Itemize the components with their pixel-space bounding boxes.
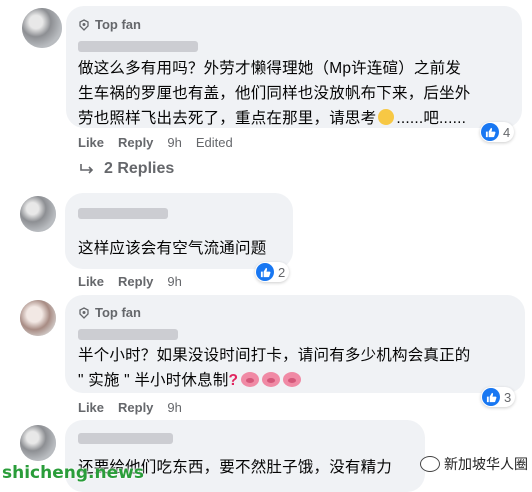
comment-actions: Like Reply 9h Edited (78, 135, 233, 150)
like-thumb-icon (482, 388, 500, 406)
comment-line: 这样应该会有空气流通问题 (78, 240, 267, 257)
reply-arrow-icon (80, 164, 94, 174)
comment-actions: Like Reply 9h (78, 274, 182, 289)
comment-text: 做这么多有用吗？外劳才懒得理她（Mp许连碹）之前发 生车祸的罗厘也有盖，他们同样… (78, 56, 518, 131)
like-button[interactable]: Like (78, 274, 104, 289)
comment-text: 这样应该会有空气流通问题 (78, 236, 266, 261)
pig-nose-emoji (283, 372, 302, 387)
top-fan-badge-icon (79, 306, 89, 319)
timestamp[interactable]: 9h (167, 400, 181, 415)
commenter-name-redacted[interactable] (78, 329, 178, 340)
reaction-number: 2 (278, 264, 286, 280)
reaction-number: 4 (503, 124, 511, 140)
watermark-shicheng: shicheng.news (2, 463, 144, 483)
top-fan-badge-icon (79, 18, 89, 31)
view-replies-button[interactable]: 2 Replies (80, 160, 174, 178)
reaction-count[interactable]: 4 (480, 122, 515, 142)
reaction-count[interactable]: 2 (255, 262, 290, 282)
watermark-label: 新加坡华人圈 (444, 457, 528, 473)
reply-button[interactable]: Reply (118, 135, 153, 150)
comment-actions: Like Reply 9h (78, 400, 182, 415)
thinking-face-emoji (378, 109, 395, 125)
replies-label: 2 Replies (104, 160, 175, 177)
comment-line: 半个小时？如果没设时间打卡，请问有多少机构会真正的 (78, 347, 471, 364)
reaction-number: 3 (504, 389, 512, 405)
pig-nose-emoji (241, 372, 260, 387)
question-mark-emoji: ? (228, 372, 239, 389)
commenter-name-redacted[interactable] (78, 208, 168, 219)
avatar[interactable] (20, 425, 56, 461)
avatar[interactable] (20, 300, 56, 336)
comment-line: 劳也照样飞出去死了，重点在那里，请思考 ......吧...... (78, 109, 467, 127)
timestamp[interactable]: 9h (167, 135, 181, 150)
top-fan-label: Top fan (95, 305, 141, 320)
like-button[interactable]: Like (78, 135, 104, 150)
top-fan-label: Top fan (95, 17, 141, 32)
avatar[interactable] (22, 8, 62, 48)
wechat-icon (420, 456, 440, 472)
avatar[interactable] (20, 196, 56, 232)
comment-line: 生车祸的罗厘也有盖，他们同样也没放帆布下来，后坐外 (78, 85, 471, 102)
reply-button[interactable]: Reply (118, 274, 153, 289)
like-button[interactable]: Like (78, 400, 104, 415)
like-thumb-icon (256, 263, 274, 281)
reaction-count[interactable]: 3 (481, 387, 516, 407)
commenter-name-redacted[interactable] (78, 41, 198, 52)
comment-line: 做这么多有用吗？外劳才懒得理她（Mp许连碹）之前发 (78, 60, 462, 77)
watermark-wechat: 新加坡华人圈 (420, 454, 528, 474)
comment-text: 半个小时？如果没设时间打卡，请问有多少机构会真正的 " 实施 " 半小时休息制? (78, 343, 523, 393)
comment-line: " 实施 " 半小时休息制? (78, 368, 523, 393)
reply-button[interactable]: Reply (118, 400, 153, 415)
commenter-name-redacted[interactable] (78, 433, 173, 444)
timestamp[interactable]: 9h (167, 274, 181, 289)
top-fan-badge: Top fan (78, 305, 141, 320)
edited-label: Edited (195, 135, 233, 150)
pig-nose-emoji (262, 372, 281, 387)
like-thumb-icon (481, 123, 499, 141)
top-fan-badge: Top fan (78, 17, 141, 32)
